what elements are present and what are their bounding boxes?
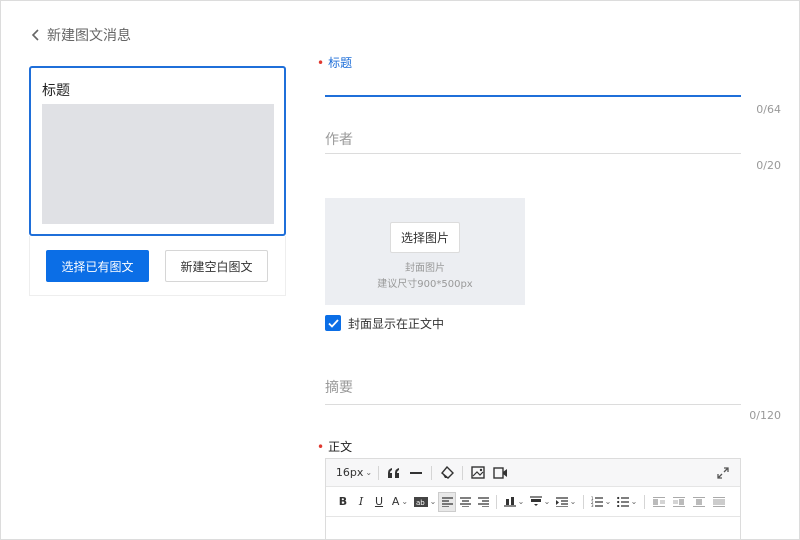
editor-toolbar-row-1: 16px ⌄ xyxy=(326,459,740,487)
quote-icon[interactable] xyxy=(383,463,405,483)
title-label: • 标题 xyxy=(317,54,352,71)
float-center-icon[interactable] xyxy=(689,492,709,512)
summary-input[interactable]: 摘要 xyxy=(325,377,741,397)
paragraph-spacing-icon[interactable]: ⌄ xyxy=(501,492,527,512)
check-icon xyxy=(327,318,339,328)
toolbar-divider xyxy=(496,494,497,509)
italic-icon[interactable]: I xyxy=(352,492,370,512)
body-label-text: 正文 xyxy=(328,440,353,454)
line-height-icon[interactable]: ⌄ xyxy=(527,492,553,512)
align-center-icon[interactable] xyxy=(456,492,474,512)
article-preview-card[interactable]: 标题 xyxy=(29,66,286,236)
title-underline xyxy=(325,95,741,97)
toolbar-divider xyxy=(583,494,584,509)
chevron-down-icon: ⌄ xyxy=(365,468,373,477)
font-size-select[interactable]: 16px ⌄ xyxy=(336,463,372,483)
title-input[interactable] xyxy=(325,73,741,95)
float-none-icon[interactable] xyxy=(669,492,689,512)
title-counter: 0/64 xyxy=(756,103,781,116)
summary-underline xyxy=(325,404,741,405)
svg-text:3: 3 xyxy=(591,503,594,507)
summary-counter: 0/120 xyxy=(749,409,781,422)
toolbar-divider xyxy=(378,465,379,480)
show-cover-label: 封面显示在正文中 xyxy=(348,317,445,331)
editor-content-area[interactable] xyxy=(326,517,740,540)
align-left-icon[interactable] xyxy=(438,491,456,512)
clear-format-icon[interactable] xyxy=(436,463,458,483)
cover-hint-title: 封面图片 xyxy=(405,263,445,274)
cover-upload-area[interactable]: 选择图片 封面图片 建议尺寸900*500px xyxy=(325,198,525,305)
bold-icon[interactable]: B xyxy=(334,492,352,512)
underline-icon[interactable]: U xyxy=(370,492,388,512)
cover-hint-size: 建议尺寸900*500px xyxy=(377,279,473,290)
fullscreen-icon[interactable] xyxy=(714,463,732,483)
body-label: • 正文 xyxy=(317,438,352,455)
toolbar-divider xyxy=(644,494,645,509)
background-color-icon[interactable]: ab ⌄ xyxy=(412,492,438,512)
preview-cover-placeholder xyxy=(42,104,274,224)
choose-image-button[interactable]: 选择图片 xyxy=(390,222,460,253)
font-size-value: 16px xyxy=(335,466,364,479)
toolbar-divider xyxy=(462,465,463,480)
image-icon[interactable] xyxy=(467,463,489,483)
preview-actions: 选择已有图文 新建空白图文 xyxy=(29,236,286,296)
author-input[interactable]: 作者 xyxy=(325,129,741,149)
author-underline xyxy=(325,153,741,154)
video-icon[interactable] xyxy=(489,463,511,483)
font-color-icon[interactable]: A ⌄ xyxy=(388,492,412,512)
horizontal-rule-icon[interactable] xyxy=(405,463,427,483)
required-mark: • xyxy=(317,439,325,454)
page-title: 新建图文消息 xyxy=(47,28,131,44)
chevron-left-icon xyxy=(31,29,39,41)
float-left-icon[interactable] xyxy=(649,492,669,512)
ordered-list-icon[interactable]: 1 2 3 ⌄ xyxy=(588,492,614,512)
title-label-text: 标题 xyxy=(328,56,353,70)
float-right-icon[interactable] xyxy=(709,492,729,512)
show-cover-checkbox[interactable] xyxy=(325,315,341,331)
indent-icon[interactable]: ⌄ xyxy=(553,492,579,512)
back-button[interactable]: 新建图文消息 xyxy=(31,25,131,45)
required-mark: • xyxy=(317,55,325,70)
author-counter: 0/20 xyxy=(756,159,781,172)
svg-text:ab: ab xyxy=(416,499,425,507)
preview-title: 标题 xyxy=(42,83,70,99)
select-existing-button[interactable]: 选择已有图文 xyxy=(46,250,149,282)
editor-toolbar-row-2: B I U A ⌄ ab ⌄ ⌄ ⌄ ⌄ 1 2 3 ⌄ ⌄ xyxy=(326,487,740,517)
rich-text-editor: 16px ⌄ B I U A ⌄ ab ⌄ ⌄ ⌄ ⌄ 1 2 3 ⌄ ⌄ xyxy=(325,458,741,540)
new-blank-button[interactable]: 新建空白图文 xyxy=(165,250,268,282)
unordered-list-icon[interactable]: ⌄ xyxy=(614,492,640,512)
toolbar-divider xyxy=(431,465,432,480)
align-right-icon[interactable] xyxy=(474,492,492,512)
